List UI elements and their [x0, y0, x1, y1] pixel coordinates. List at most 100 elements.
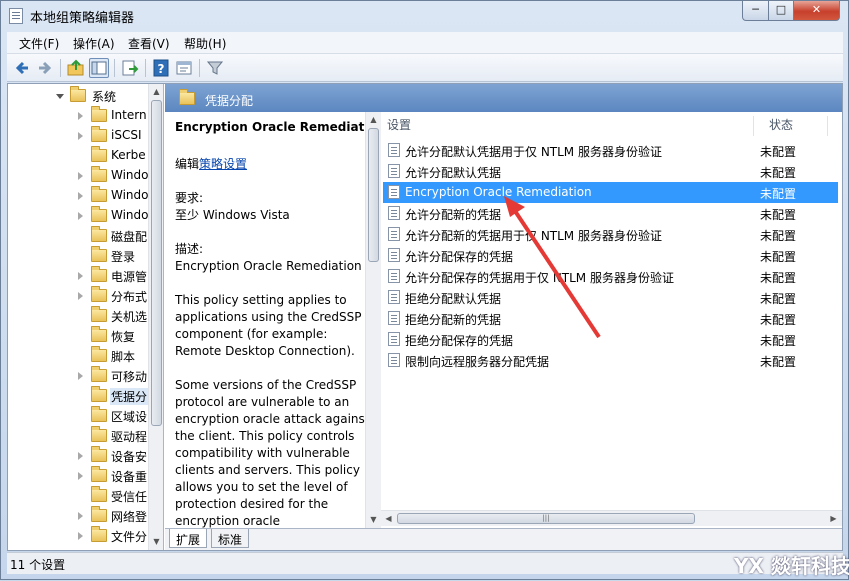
expand-arrow-icon[interactable] — [78, 292, 83, 300]
tree-item[interactable]: 区域设 — [8, 406, 148, 426]
list-item[interactable]: 拒绝分配新的凭据 未配置 — [383, 308, 838, 329]
up-folder-icon[interactable] — [66, 58, 86, 78]
tree-item[interactable]: 分布式 — [8, 286, 148, 306]
policy-title: Encryption Oracle Remediation — [175, 120, 381, 134]
folder-icon — [91, 486, 107, 502]
setting-state: 未配置 — [760, 250, 797, 264]
expand-arrow-icon[interactable] — [78, 192, 83, 200]
tree-item[interactable]: 凭据分 — [8, 386, 148, 406]
folder-icon — [91, 426, 107, 442]
folder-icon — [70, 86, 86, 102]
tab-extended[interactable]: 扩展 — [169, 529, 208, 548]
tree-item[interactable]: Kerbe — [8, 146, 148, 166]
tree-item[interactable]: 受信任 — [8, 486, 148, 506]
show-hide-tree-icon[interactable] — [89, 58, 109, 78]
tree-vertical-scrollbar[interactable]: ▲ ▼ — [148, 84, 163, 550]
expand-arrow-icon[interactable] — [78, 372, 83, 380]
scrollbar-thumb[interactable] — [368, 128, 379, 262]
policy-setting-icon — [388, 227, 400, 241]
maximize-button[interactable]: □ — [768, 1, 794, 21]
list-item[interactable]: 允许分配新的凭据用于仅 NTLM 服务器身份验证 未配置 — [383, 224, 838, 245]
menu-file[interactable]: 文件(F) — [19, 35, 59, 52]
tree-item-label: 分布式 — [111, 290, 148, 304]
tree-item[interactable]: 电源管 — [8, 266, 148, 286]
properties-icon[interactable] — [174, 58, 194, 78]
list-item[interactable]: 拒绝分配默认凭据 未配置 — [383, 287, 838, 308]
tree-item[interactable]: 关机选 — [8, 306, 148, 326]
expand-arrow-icon[interactable] — [78, 272, 83, 280]
tree-item[interactable]: 驱动程 — [8, 426, 148, 446]
tree-item-system[interactable]: 系统 — [8, 86, 148, 106]
expand-arrow-icon[interactable] — [78, 172, 83, 180]
tree-item[interactable]: 磁盘配 — [8, 226, 148, 246]
scroll-right-arrow-icon[interactable]: ▶ — [826, 511, 841, 527]
help-icon[interactable]: ? — [151, 58, 171, 78]
tree-item[interactable]: Windo — [8, 186, 148, 206]
expand-arrow-icon[interactable] — [78, 112, 83, 120]
column-separator[interactable] — [753, 116, 754, 136]
back-arrow-icon[interactable] — [13, 58, 33, 78]
filter-icon[interactable] — [205, 58, 225, 78]
tree-item[interactable]: 登录 — [8, 246, 148, 266]
export-list-icon[interactable] — [120, 58, 140, 78]
list-item[interactable]: 允许分配保存的凭据 未配置 — [383, 245, 838, 266]
expand-arrow-icon[interactable] — [78, 212, 83, 220]
tree-item[interactable]: 文件分 — [8, 526, 148, 546]
tab-standard[interactable]: 标准 — [211, 529, 250, 548]
tree-item[interactable]: 可移动 — [8, 366, 148, 386]
close-button[interactable]: ✕ — [793, 1, 840, 21]
list-horizontal-scrollbar[interactable]: ◀ ||| ▶ — [381, 510, 842, 526]
list-item[interactable]: 限制向远程服务器分配凭据 未配置 — [383, 350, 838, 371]
list-item[interactable]: 允许分配保存的凭据用于仅 NTLM 服务器身份验证 未配置 — [383, 266, 838, 287]
menu-help[interactable]: 帮助(H) — [184, 35, 226, 52]
policy-settings-link[interactable]: 策略设置 — [199, 157, 247, 171]
scrollbar-thumb[interactable]: ||| — [397, 513, 695, 524]
tree-item[interactable]: Windo — [8, 166, 148, 186]
menu-action[interactable]: 操作(A) — [73, 35, 115, 52]
list-item[interactable]: Encryption Oracle Remediation 未配置 — [383, 182, 838, 203]
expand-arrow-icon[interactable] — [78, 532, 83, 540]
tree-item[interactable]: iSCSI — [8, 126, 148, 146]
list-item[interactable]: 允许分配新的凭据 未配置 — [383, 203, 838, 224]
scroll-down-arrow-icon[interactable]: ▼ — [366, 512, 381, 528]
scroll-down-arrow-icon[interactable]: ▼ — [149, 534, 163, 550]
list-item[interactable]: 拒绝分配保存的凭据 未配置 — [383, 329, 838, 350]
scroll-up-arrow-icon[interactable]: ▲ — [366, 112, 381, 128]
watermark-logo: YX 燚轩科技 — [734, 554, 849, 578]
tree-item[interactable]: 恢复 — [8, 326, 148, 346]
tree-item[interactable]: 设备重 — [8, 466, 148, 486]
tree-item[interactable]: Windo — [8, 206, 148, 226]
column-header-state[interactable]: 状态 — [769, 116, 793, 138]
title-bar: 本地组策略编辑器 ─ □ ✕ — [1, 1, 848, 31]
tree-item-label: 电源管 — [111, 270, 148, 284]
expand-arrow-icon[interactable] — [78, 472, 83, 480]
toolbar-separator — [199, 59, 200, 77]
tree-item[interactable]: Intern — [8, 106, 148, 126]
forward-arrow-icon[interactable] — [35, 58, 55, 78]
menu-view[interactable]: 查看(V) — [128, 35, 170, 52]
column-separator[interactable] — [827, 116, 828, 136]
description-label: 描述: — [175, 242, 204, 256]
column-header-setting[interactable]: 设置 — [387, 116, 411, 138]
expand-arrow-icon[interactable] — [78, 512, 83, 520]
folder-icon — [91, 366, 107, 382]
scroll-up-arrow-icon[interactable]: ▲ — [149, 84, 163, 100]
list-item[interactable]: 允许分配默认凭据用于仅 NTLM 服务器身份验证 未配置 — [383, 140, 838, 161]
description-scrollbar[interactable]: ▲ ▼ — [365, 112, 381, 528]
setting-state: 未配置 — [760, 355, 797, 369]
setting-name: 允许分配新的凭据用于仅 NTLM 服务器身份验证 — [405, 229, 662, 243]
scrollbar-thumb[interactable] — [151, 100, 162, 426]
scroll-left-arrow-icon[interactable]: ◀ — [381, 511, 396, 527]
setting-state: 未配置 — [760, 334, 797, 348]
expand-arrow-icon[interactable] — [78, 452, 83, 460]
list-item[interactable]: 允许分配默认凭据 未配置 — [383, 161, 838, 182]
expand-arrow-icon[interactable] — [78, 132, 83, 140]
minimize-button[interactable]: ─ — [742, 1, 769, 21]
view-tabs: 扩展 标准 — [165, 528, 842, 550]
tree-item-label: Windo — [111, 168, 148, 182]
tree-item[interactable]: 脚本 — [8, 346, 148, 366]
setting-name: 允许分配保存的凭据 — [405, 250, 514, 264]
tree-item[interactable]: 网络登 — [8, 506, 148, 526]
expand-arrow-icon[interactable] — [56, 94, 64, 99]
tree-item[interactable]: 设备安 — [8, 446, 148, 466]
